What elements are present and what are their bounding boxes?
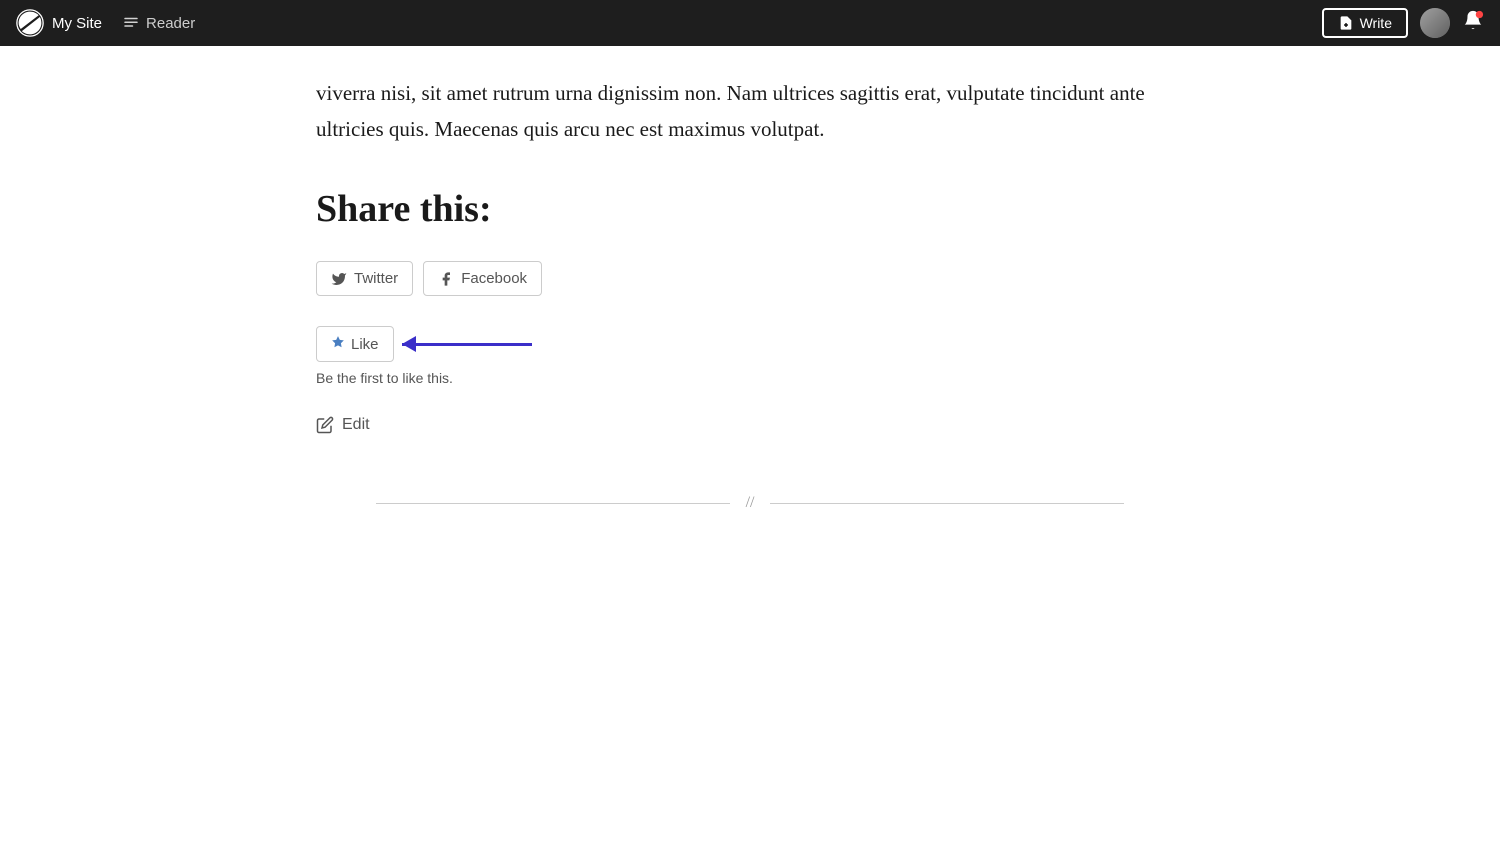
like-row: Like (316, 326, 1184, 362)
body-paragraph: viverra nisi, sit amet rutrum urna digni… (316, 76, 1184, 147)
footer-divider: // (316, 494, 1184, 512)
notifications-icon[interactable] (1462, 9, 1484, 37)
reader-label: Reader (146, 15, 195, 32)
my-site-link[interactable]: My Site (16, 9, 102, 37)
my-site-label: My Site (52, 15, 102, 32)
star-icon (331, 335, 345, 353)
edit-label: Edit (342, 416, 370, 434)
like-hint: Be the first to like this. (316, 370, 1184, 386)
wordpress-logo-icon (16, 9, 44, 37)
avatar-image (1420, 8, 1450, 38)
twitter-icon (331, 271, 347, 287)
arrow-line (402, 343, 532, 346)
divider-line-left (376, 503, 730, 504)
like-arrow (402, 343, 532, 346)
topbar-left: My Site Reader (16, 9, 195, 37)
topbar: My Site Reader Write (0, 0, 1500, 46)
like-label: Like (351, 336, 379, 353)
share-title: Share this: (316, 187, 1184, 231)
edit-link[interactable]: Edit (316, 416, 1184, 434)
avatar[interactable] (1420, 8, 1450, 38)
like-button[interactable]: Like (316, 326, 394, 362)
topbar-right: Write (1322, 8, 1484, 38)
twitter-share-button[interactable]: Twitter (316, 261, 413, 296)
content-area: viverra nisi, sit amet rutrum urna digni… (0, 0, 1500, 552)
twitter-label: Twitter (354, 270, 398, 287)
reader-link[interactable]: Reader (122, 14, 195, 32)
facebook-label: Facebook (461, 270, 527, 287)
share-section: Share this: Twitter Facebook (316, 187, 1184, 434)
divider-line-right (770, 503, 1124, 504)
write-button[interactable]: Write (1322, 8, 1408, 38)
facebook-icon (438, 271, 454, 287)
facebook-share-button[interactable]: Facebook (423, 261, 542, 296)
edit-icon (316, 416, 334, 434)
share-buttons: Twitter Facebook (316, 261, 1184, 296)
reader-icon (122, 14, 140, 32)
write-plus-icon (1338, 15, 1354, 31)
like-section: Like Be the first to like this. (316, 326, 1184, 386)
divider-text: // (746, 494, 755, 512)
write-label: Write (1360, 15, 1392, 31)
